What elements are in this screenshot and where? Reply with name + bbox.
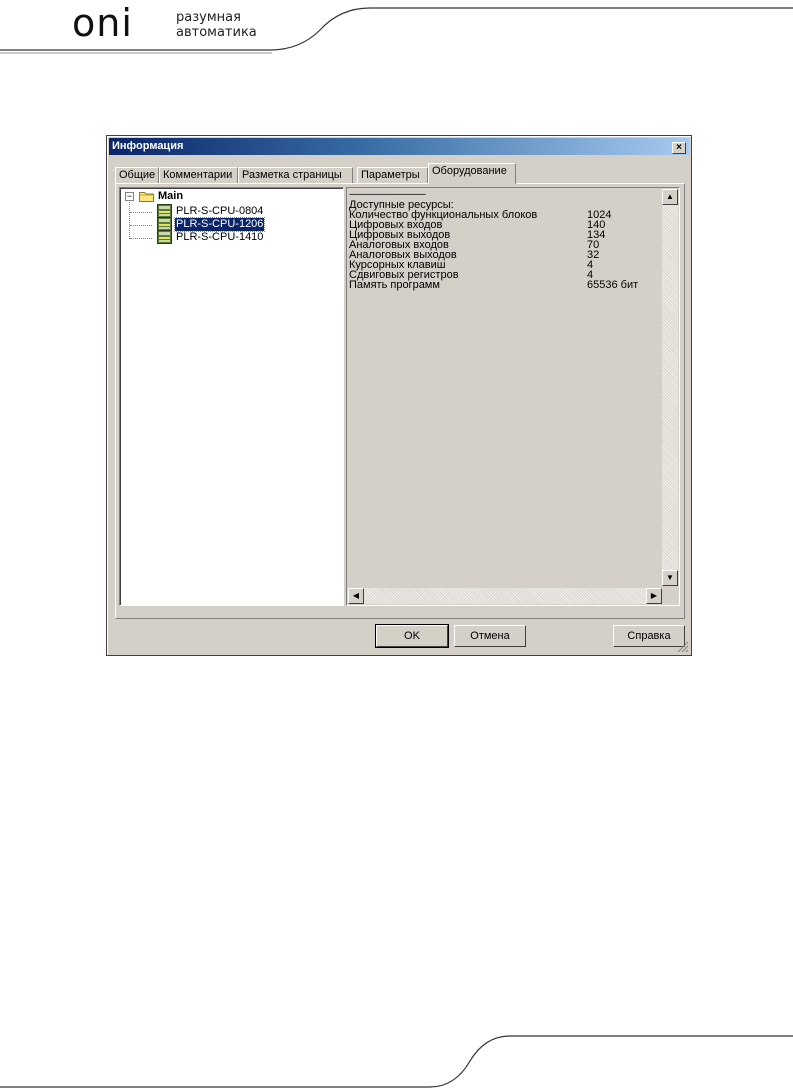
cpu-module-icon <box>157 204 172 218</box>
info-dialog: Информация × Общие Комментарии Разметка … <box>106 135 692 656</box>
close-button[interactable]: × <box>672 142 686 154</box>
tree-label-cpu-0804: PLR-S-CPU-0804 <box>176 205 264 217</box>
tree-label-cpu-1206: PLR-S-CPU-1206 <box>173 217 266 232</box>
tab-comments[interactable]: Комментарии <box>159 167 238 183</box>
tree-guide-line <box>130 238 152 239</box>
tab-parameters[interactable]: Параметры <box>357 167 428 183</box>
vertical-scrollbar[interactable]: ▲ ▼ <box>662 189 678 586</box>
scroll-down-icon[interactable]: ▼ <box>662 570 678 586</box>
cancel-button[interactable]: Отмена <box>454 625 526 647</box>
cpu-module-icon <box>157 230 172 244</box>
tagline-line2: автоматика <box>176 25 257 40</box>
scrollbar-corner <box>662 588 678 604</box>
resize-grip-icon[interactable] <box>677 641 689 653</box>
tab-general[interactable]: Общие <box>115 167 159 183</box>
tree-guide-line <box>130 225 152 226</box>
scroll-up-icon[interactable]: ▲ <box>662 189 678 205</box>
info-key: Память программ <box>349 279 440 291</box>
oni-logo: oni <box>72 1 133 45</box>
dialog-titlebar[interactable]: Информация × <box>109 138 689 155</box>
cpu-module-icon <box>157 217 172 231</box>
dialog-title: Информация <box>112 140 184 152</box>
scroll-left-icon[interactable]: ◀ <box>348 588 364 604</box>
hardware-tab-panel: − Main PLR-S-CPU-0804 PLR-S-CPU-1206 PLR… <box>115 183 685 619</box>
tree-label-cpu-1410: PLR-S-CPU-1410 <box>176 231 264 243</box>
tree-label-main: Main <box>158 190 184 202</box>
collapse-icon[interactable]: − <box>125 192 134 201</box>
folder-icon <box>139 192 154 202</box>
scroll-right-icon[interactable]: ▶ <box>646 588 662 604</box>
page-header: oni разумная автоматика <box>0 0 793 60</box>
tab-page-layout[interactable]: Разметка страницы <box>238 167 353 183</box>
horizontal-scrollbar[interactable]: ◀ ▶ <box>348 588 662 604</box>
resources-text: -------------------------------------- Д… <box>349 190 661 291</box>
tab-hardware[interactable]: Оборудование <box>428 163 516 184</box>
ok-button[interactable]: OK <box>375 624 449 648</box>
tree-guide-line <box>129 202 130 239</box>
help-button[interactable]: Справка <box>613 625 685 647</box>
tree-guide-line <box>130 212 152 213</box>
info-value: 65536 бит <box>587 279 639 291</box>
hardware-tree[interactable]: − Main PLR-S-CPU-0804 PLR-S-CPU-1206 PLR… <box>119 187 344 606</box>
info-row-program-memory: Память программ 65536 бит <box>349 279 661 291</box>
tagline-line1: разумная <box>176 10 241 25</box>
resources-info-pane[interactable]: -------------------------------------- Д… <box>346 187 680 606</box>
footer-swoosh-line <box>0 1035 793 1088</box>
tagline: разумная автоматика <box>176 10 257 40</box>
